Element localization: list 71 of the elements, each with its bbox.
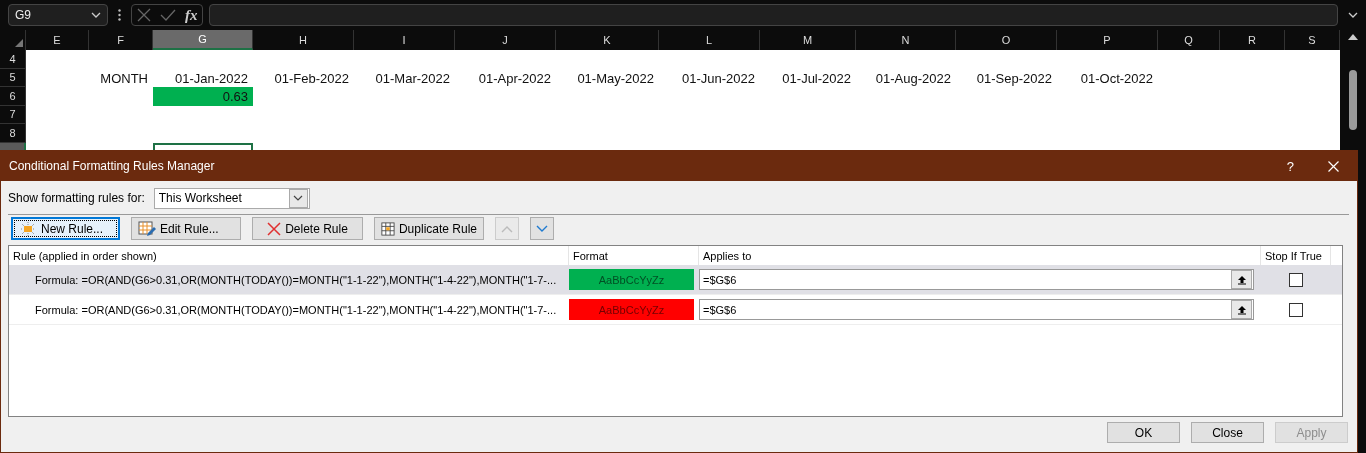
grid-icon bbox=[381, 220, 395, 237]
format-preview: AaBbCcYyZz bbox=[569, 299, 694, 320]
table-cell-text: 01-Oct-2022 bbox=[1079, 69, 1154, 87]
column-header[interactable]: K bbox=[556, 30, 659, 50]
row-header[interactable]: 4 bbox=[0, 50, 26, 69]
chevron-down-icon bbox=[91, 12, 101, 18]
table-cell-text: 01-Mar-2022 bbox=[374, 69, 451, 87]
rule-row[interactable]: Formula: =OR(AND(G6>0.31,OR(MONTH(TODAY())=MONTH("1-1-22"),MONTH("1-4-22"),MONTH("1-7-... AaBbCcYyZz =$G$6 bbox=[9, 295, 1342, 325]
collapse-dialog-button[interactable] bbox=[1231, 300, 1252, 319]
name-box[interactable]: G9 bbox=[8, 4, 108, 26]
window-title: Conditional Formatting Rules Manager bbox=[9, 159, 216, 173]
table-cell: 0.63 bbox=[153, 87, 253, 106]
format-preview: AaBbCcYyZz bbox=[569, 269, 694, 290]
table-cell-text: 01-Aug-2022 bbox=[874, 69, 952, 87]
delete-icon bbox=[267, 221, 282, 236]
column-header[interactable]: L bbox=[659, 30, 760, 50]
column-header[interactable]: I bbox=[354, 30, 455, 50]
table-cell-text: MONTH bbox=[99, 69, 149, 87]
sparkle-icon bbox=[19, 221, 37, 236]
table-pencil-icon bbox=[138, 220, 156, 237]
delete-rule-button[interactable]: Delete Rule bbox=[252, 217, 363, 240]
more-icon[interactable] bbox=[118, 9, 121, 21]
show-rules-label: Show formatting rules for: bbox=[8, 191, 145, 205]
dialog-button[interactable]: OK bbox=[1107, 422, 1180, 443]
formula-input[interactable] bbox=[209, 4, 1338, 26]
column-header[interactable]: O bbox=[956, 30, 1057, 50]
table-cell-text: 01-Jul-2022 bbox=[781, 69, 852, 87]
dialog-button[interactable]: Close bbox=[1191, 422, 1264, 443]
column-header[interactable]: Q bbox=[1158, 30, 1220, 50]
column-header[interactable]: S bbox=[1285, 30, 1340, 50]
select-all-icon[interactable] bbox=[15, 39, 23, 47]
cancel-icon[interactable] bbox=[136, 8, 151, 22]
scope-dropdown[interactable]: This Worksheet bbox=[153, 187, 310, 209]
rule-formula: Formula: =OR(AND(G6>0.31,OR(MONTH(TODAY())=MONTH("1-1-22"),MONTH("1-4-22"),MONTH("1-7-... bbox=[35, 273, 557, 286]
upload-arrow-icon bbox=[1236, 274, 1247, 285]
upload-arrow-icon bbox=[1236, 304, 1247, 315]
new-rule-button[interactable]: New Rule... bbox=[11, 217, 120, 240]
column-header[interactable]: G bbox=[153, 30, 253, 50]
help-button[interactable]: ? bbox=[1286, 158, 1294, 174]
rule-row[interactable]: Formula: =OR(AND(G6>0.31,OR(MONTH(TODAY())=MONTH("1-1-22"),MONTH("1-4-22"),MONTH("1-7-... AaBbCcYyZz =$G$6 bbox=[9, 265, 1342, 295]
close-icon[interactable] bbox=[1328, 160, 1339, 172]
duplicate-rule-button[interactable]: Duplicate Rule bbox=[374, 217, 484, 240]
column-header[interactable]: H bbox=[253, 30, 354, 50]
rule-formula: Formula: =OR(AND(G6>0.31,OR(MONTH(TODAY())=MONTH("1-1-22"),MONTH("1-4-22"),MONTH("1-7-... bbox=[35, 303, 557, 316]
row-header[interactable]: 6 bbox=[0, 87, 26, 106]
table-cell-text: 01-Sep-2022 bbox=[975, 69, 1053, 87]
applies-to-field[interactable]: =$G$6 bbox=[699, 299, 1254, 320]
column-header[interactable]: J bbox=[455, 30, 556, 50]
checkbox[interactable] bbox=[1289, 272, 1303, 287]
chevron-down-icon bbox=[293, 195, 304, 201]
chevron-down-icon bbox=[536, 224, 548, 233]
chevron-down-icon[interactable] bbox=[1348, 12, 1358, 18]
row-header[interactable]: 8 bbox=[0, 124, 26, 143]
table-cell-text: 01-Feb-2022 bbox=[273, 69, 350, 87]
insert-function-button[interactable]: fx bbox=[184, 6, 198, 24]
column-header[interactable]: E bbox=[26, 30, 89, 50]
column-header[interactable]: P bbox=[1057, 30, 1158, 50]
column-header[interactable]: F bbox=[89, 30, 153, 50]
collapse-dialog-button[interactable] bbox=[1231, 270, 1252, 289]
table-cell-text: 01-Jan-2022 bbox=[174, 69, 249, 87]
checkbox[interactable] bbox=[1289, 302, 1303, 317]
edit-rule-button[interactable]: Edit Rule... bbox=[131, 217, 241, 240]
column-header[interactable]: R bbox=[1220, 30, 1285, 50]
column-header[interactable]: M bbox=[760, 30, 856, 50]
chevron-up-icon bbox=[501, 224, 513, 233]
applies-to-field[interactable]: =$G$6 bbox=[699, 269, 1254, 290]
table-cell-text: 01-Jun-2022 bbox=[681, 69, 756, 87]
check-icon[interactable] bbox=[159, 9, 176, 21]
column-header[interactable]: N bbox=[856, 30, 956, 50]
table-cell-text: 01-Apr-2022 bbox=[477, 69, 552, 87]
table-cell-text: 01-May-2022 bbox=[576, 69, 655, 87]
